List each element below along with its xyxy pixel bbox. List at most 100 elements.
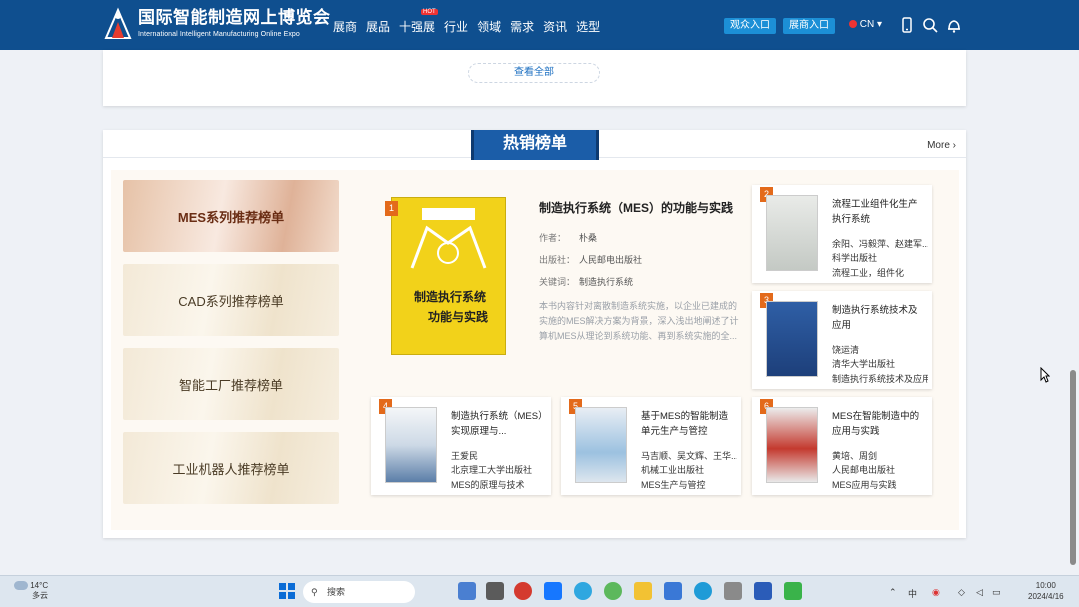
book-card[interactable]: 5 基于MES的智能制造单元生产与管控 马吉顺、吴文辉、王华... 机械工业出版… xyxy=(561,397,741,495)
featured-book-card[interactable]: 1 制造执行系统 功能与实践 制造执行系统（MES）的功能与实践 作者： 朴桑 出… xyxy=(371,181,751,375)
book-title[interactable]: 制造执行系统（MES）的功能与实践 xyxy=(539,199,733,216)
author-label: 作者： xyxy=(539,233,567,243)
language-selector[interactable]: CN ▾ xyxy=(849,19,882,30)
ranking-panel: MES系列推荐榜单 CAD系列推荐榜单 智能工厂推荐榜单 工业机器人推荐榜单 1… xyxy=(111,170,959,530)
cover-title-1: 制造执行系统 xyxy=(414,290,487,304)
search-icon[interactable] xyxy=(921,16,939,34)
book-keyword: MES应用与实践 xyxy=(832,480,897,490)
network-icon[interactable]: ◇ xyxy=(958,587,965,598)
top-navbar: 国际智能制造网上博览会 International Intelligent Ma… xyxy=(0,0,1079,50)
windows-start-icon[interactable] xyxy=(279,583,295,599)
book-publisher: 出版社： 人民邮电出版社 xyxy=(539,253,642,266)
book-publisher: 北京理工大学出版社 xyxy=(451,465,533,475)
book-keyword: 流程工业，组件化 xyxy=(832,268,905,278)
app-icon[interactable] xyxy=(544,582,562,600)
book-publisher: 人民邮电出版社 xyxy=(832,465,896,475)
taskbar-search-label: 搜索 xyxy=(327,587,346,597)
browser-icon[interactable] xyxy=(574,582,592,600)
nav-exhibitors[interactable]: 展商 xyxy=(333,18,357,35)
browser-icon[interactable] xyxy=(514,582,532,600)
book-title[interactable]: 制造执行系统技术及应用 xyxy=(832,303,924,333)
category-smart-factory[interactable]: 智能工厂推荐榜单 xyxy=(123,348,339,420)
publisher-value: 人民邮电出版社 xyxy=(579,255,643,265)
rank-badge: 1 xyxy=(385,201,398,216)
battery-icon[interactable]: ▭ xyxy=(992,587,1001,598)
ime-language[interactable]: 中 xyxy=(908,587,917,600)
system-clock[interactable]: 10:00 2024/4/16 xyxy=(1028,580,1064,602)
content-card: 查看全部 xyxy=(103,50,966,106)
book-cover[interactable]: 制造执行系统 功能与实践 xyxy=(391,197,506,355)
book-author: 马吉顺、吴文辉、王华... xyxy=(641,451,737,461)
windows-taskbar: 14°C 多云 ⚲ 搜索 ⌃ 中 ◉ ◇ ◁ ▭ 10:00 2024/4/16 xyxy=(0,575,1079,607)
wechat-icon[interactable] xyxy=(784,582,802,600)
chevron-up-icon[interactable]: ⌃ xyxy=(889,587,897,598)
book-card[interactable]: 4 制造执行系统（MES）实现原理与... 王爱民 北京理工大学出版社 MES的… xyxy=(371,397,551,495)
book-author: 王爱民 xyxy=(451,451,479,461)
book-publisher: 清华大学出版社 xyxy=(832,359,896,369)
main-nav: 展商 展品 十强展 HOT 行业 领域 需求 资讯 选型 xyxy=(333,9,609,35)
mouse-cursor-icon xyxy=(1040,367,1050,383)
app-icon[interactable] xyxy=(458,582,476,600)
category-industrial-robot[interactable]: 工业机器人推荐榜单 xyxy=(123,432,339,504)
taskbar-search[interactable]: ⚲ 搜索 xyxy=(303,581,415,603)
nav-field[interactable]: 领域 xyxy=(477,18,501,35)
book-title[interactable]: MES在智能制造中的应用与实践 xyxy=(832,409,924,439)
site-logo[interactable]: 国际智能制造网上博览会 International Intelligent Ma… xyxy=(138,8,331,40)
nav-selection[interactable]: 选型 xyxy=(576,18,600,35)
app-icon[interactable] xyxy=(664,582,682,600)
book-cover[interactable] xyxy=(766,407,818,483)
logo-subtitle: International Intelligent Manufacturing … xyxy=(138,31,300,38)
page-scrollbar[interactable] xyxy=(1070,370,1076,565)
folder-icon[interactable] xyxy=(634,582,652,600)
word-icon[interactable] xyxy=(754,582,772,600)
nav-news[interactable]: 资讯 xyxy=(543,18,567,35)
book-title[interactable]: 流程工业组件化生产执行系统 xyxy=(832,197,924,227)
view-all-button[interactable]: 查看全部 xyxy=(468,63,600,83)
cloud-icon xyxy=(14,581,28,590)
clock-date: 2024/4/16 xyxy=(1028,592,1064,601)
book-publisher: 机械工业出版社 xyxy=(641,465,705,475)
language-label: CN xyxy=(859,19,875,30)
weather-widget[interactable]: 14°C 多云 xyxy=(14,581,48,601)
more-link[interactable]: More › xyxy=(927,140,956,151)
app-icon[interactable] xyxy=(724,582,742,600)
logo-icon[interactable] xyxy=(102,6,134,44)
volume-icon[interactable]: ◁ xyxy=(976,587,983,598)
logo-title: 国际智能制造网上博览会 xyxy=(138,8,331,27)
nav-top-ten[interactable]: 十强展 HOT xyxy=(399,9,438,35)
app-icon[interactable] xyxy=(604,582,622,600)
keyword-value: 制造执行系统 xyxy=(579,277,634,287)
weather-temp: 14°C xyxy=(30,581,49,590)
book-card[interactable]: 2 流程工业组件化生产执行系统 余阳、冯毅萍、赵建军... 科学出版社 流程工业… xyxy=(752,185,932,283)
book-author: 饶运清 xyxy=(832,345,860,355)
category-cad[interactable]: CAD系列推荐榜单 xyxy=(123,264,339,336)
book-cover[interactable] xyxy=(385,407,437,483)
book-card[interactable]: 6 MES在智能制造中的应用与实践 黄培、周剑 人民邮电出版社 MES应用与实践 xyxy=(752,397,932,495)
mobile-icon[interactable] xyxy=(898,16,916,34)
book-keyword: 关键词： 制造执行系统 xyxy=(539,275,633,288)
nav-industry[interactable]: 行业 xyxy=(444,18,468,35)
book-publisher: 科学出版社 xyxy=(832,253,878,263)
publisher-label: 出版社： xyxy=(539,255,576,265)
file-explorer-icon[interactable] xyxy=(486,582,504,600)
hot-badge: HOT xyxy=(421,9,438,15)
book-card[interactable]: 3 制造执行系统技术及应用 饶运清 清华大学出版社 制造执行系统技术及应用 xyxy=(752,291,932,389)
search-icon: ⚲ xyxy=(311,587,318,597)
exhibitor-entry-button[interactable]: 展商入口 xyxy=(783,18,835,34)
category-mes[interactable]: MES系列推荐榜单 xyxy=(123,180,339,252)
bell-icon[interactable] xyxy=(945,16,963,34)
book-cover[interactable] xyxy=(766,195,818,271)
flag-icon xyxy=(849,20,857,29)
book-keyword: 制造执行系统技术及应用 xyxy=(832,374,928,384)
book-title[interactable]: 基于MES的智能制造单元生产与管控 xyxy=(641,409,733,439)
viewer-entry-button[interactable]: 观众入口 xyxy=(724,18,776,34)
nav-products[interactable]: 展品 xyxy=(366,18,390,35)
nav-demand[interactable]: 需求 xyxy=(510,18,534,35)
antivirus-icon[interactable]: ◉ xyxy=(932,587,940,598)
clock-time: 10:00 xyxy=(1035,581,1056,590)
book-title[interactable]: 制造执行系统（MES）实现原理与... xyxy=(451,409,543,439)
edge-icon[interactable] xyxy=(694,582,712,600)
book-cover[interactable] xyxy=(766,301,818,377)
book-cover[interactable] xyxy=(575,407,627,483)
section-title: 热销榜单 xyxy=(471,130,599,160)
